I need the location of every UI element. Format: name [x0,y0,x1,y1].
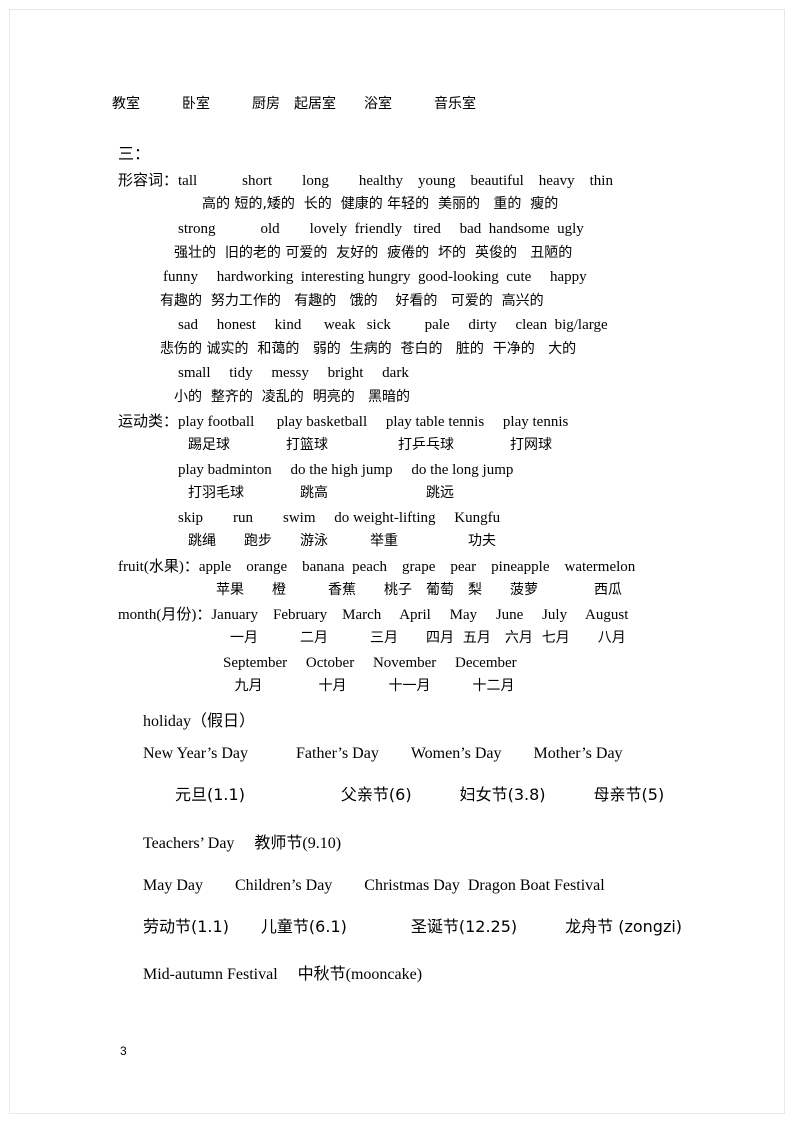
sports-row-1-english: 运动类：play football play basketball play t… [118,414,569,430]
rooms-vocabulary-line: 教室 卧室 厨房 起居室 浴室 音乐室 [0,96,476,112]
adjectives-row-5-chinese: 小的 整齐的 凌乱的 明亮的 黑暗的 [118,389,411,405]
adjectives-row-5-english: small tidy messy bright dark [118,365,409,381]
months-row-1-chinese: 一月 二月 三月 四月 五月 六月 七月 八月 [118,630,626,646]
holidays-row-4-mid-autumn: Mid-autumn Festival 中秋节(mooncake) [143,966,423,983]
sports-row-2-english: play badminton do the high jump do the l… [118,462,514,478]
sports-row-3-chinese: 跳绳 跑步 游泳 举重 功夫 [118,533,496,549]
months-row-2-chinese: 九月 十月 十一月 十二月 [118,678,515,694]
fruit-row-english: fruit(水果)：apple orange banana peach grap… [118,559,636,575]
holidays-row-1-english: New Year’s Day Father’s Day Women’s Day … [143,745,623,762]
adjectives-row-4-english: sad honest kind weak sick pale dirty cle… [118,317,608,333]
section-three-heading: 三： [118,144,151,163]
fruit-row-chinese: 苹果 橙 香蕉 桃子 葡萄 梨 菠萝 西瓜 [118,582,622,598]
adjectives-row-3-chinese: 有趣的 努力工作的 有趣的 饿的 好看的 可爱的 高兴的 [118,293,544,309]
adjectives-row-2-chinese: 强壮的 旧的老的 可爱的 友好的 疲倦的 坏的 英俊的 丑陋的 [118,245,573,261]
adjectives-row-4-chinese: 悲伤的 诚实的 和蔼的 弱的 生病的 苍白的 脏的 干净的 大的 [118,341,577,357]
page-number: 3 [120,1044,127,1058]
sports-row-2-chinese: 打羽毛球 跳高 跳远 [118,485,454,501]
adjectives-row-3-english: funny hardworking interesting hungry goo… [118,269,587,285]
holidays-row-1-chinese: 元旦(1.1) 父亲节(6) 妇女节(3.8) 母亲节(5) [143,785,665,804]
months-row-2-english: September October November December [118,655,517,671]
holidays-row-3-chinese: 劳动节(1.1) 儿童节(6.1) 圣诞节(12.25) 龙舟节 (zongzi… [143,917,683,936]
sports-row-3-english: skip run swim do weight-lifting Kungfu [118,510,501,526]
adjectives-row-2-english: strong old lovely friendly tired bad han… [118,221,584,237]
document-page: 教室 卧室 厨房 起居室 浴室 音乐室 三： 形容词：tall short lo… [0,0,794,1123]
months-row-1-english: month(月份)：January February March April M… [118,607,629,623]
holiday-heading: holiday（假日） [143,713,255,730]
adjectives-row-1-english: 形容词：tall short long healthy young beauti… [118,173,613,189]
holidays-row-2-teachers-day: Teachers’ Day 教师节(9.10) [143,835,342,852]
adjectives-row-1-chinese: 高的 短的,矮的 长的 健康的 年轻的 美丽的 重的 瘦的 [118,196,559,212]
holidays-row-3-english: May Day Children’s Day Christmas Day Dra… [143,877,605,894]
sports-row-1-chinese: 踢足球 打篮球 打乒乓球 打网球 [118,437,552,453]
